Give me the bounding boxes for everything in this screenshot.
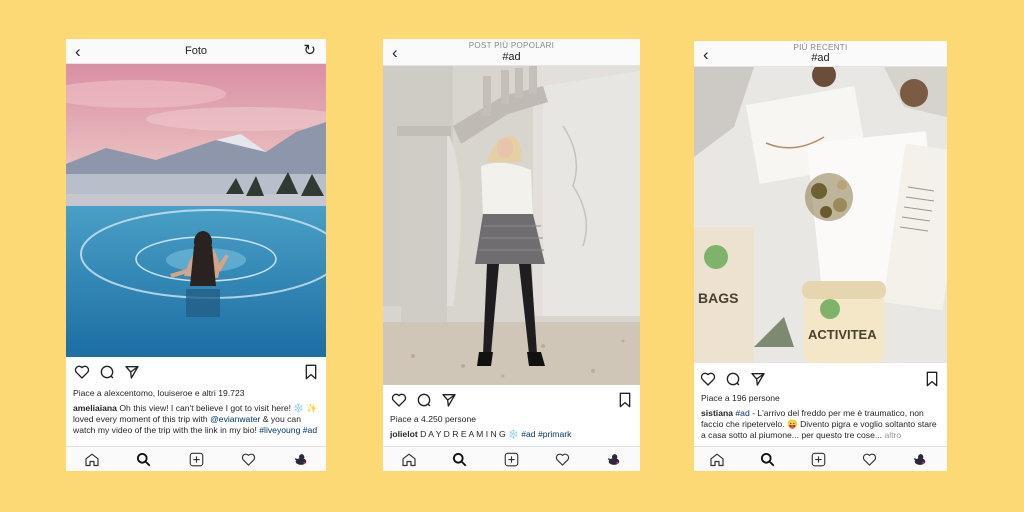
bookmark-icon[interactable]: [618, 392, 632, 408]
home-icon[interactable]: [709, 452, 725, 467]
new-post-icon[interactable]: [504, 452, 519, 467]
post-actions: [66, 364, 326, 386]
activity-heart-icon[interactable]: [241, 452, 256, 467]
share-icon[interactable]: [441, 392, 457, 408]
bottom-nav: [694, 446, 947, 471]
page-subtitle: POST PIÙ POPOLARI: [468, 41, 555, 50]
caption: jolielot D A Y D R E A M I N G ❄️ #ad #p…: [390, 429, 633, 440]
share-icon[interactable]: [750, 371, 766, 387]
comment-icon[interactable]: [416, 392, 432, 408]
post-photo[interactable]: BAGS ACTIVITEA: [694, 67, 947, 363]
search-icon[interactable]: [452, 452, 467, 467]
bottom-nav: [383, 446, 640, 471]
header-bar: ‹ PIÙ RECENTI #ad: [694, 41, 947, 67]
comment-icon[interactable]: [99, 364, 115, 380]
post-screen-2: ‹ POST PIÙ POPOLARI #ad Piace a 4.250 pe…: [383, 39, 640, 471]
page-title: #ad: [811, 52, 830, 64]
profile-avatar-icon[interactable]: [606, 452, 622, 467]
post-actions: [694, 371, 947, 393]
username-link[interactable]: jolielot: [390, 429, 418, 439]
likes-count: Piace a alexcentomo, louiseroe e altri 1…: [73, 388, 245, 398]
likes-count: Piace a 4.250 persone: [390, 414, 477, 424]
new-post-icon[interactable]: [189, 452, 204, 467]
caption: sistiana #ad - L'arrivo del freddo per m…: [701, 408, 940, 441]
search-icon[interactable]: [760, 452, 775, 467]
new-post-icon[interactable]: [811, 452, 826, 467]
post-screen-3: ‹ PIÙ RECENTI #ad BAGS ACTIVITEA Piace a…: [694, 41, 947, 471]
username-link[interactable]: sistiana: [701, 408, 733, 418]
profile-avatar-icon[interactable]: [293, 452, 309, 467]
caption-text-a: D A Y D R E A M I N G: [417, 429, 509, 439]
page-title: #ad: [502, 51, 521, 63]
caption: ameliaiana Oh this view! I can't believe…: [73, 403, 319, 436]
bookmark-icon[interactable]: [925, 371, 939, 387]
activity-heart-icon[interactable]: [555, 452, 570, 467]
svg-text:BAGS: BAGS: [698, 290, 738, 306]
heart-icon[interactable]: [74, 364, 90, 380]
caption-emoji: ❄️: [508, 429, 519, 439]
home-icon[interactable]: [401, 452, 417, 467]
heart-icon[interactable]: [700, 371, 716, 387]
hashtag-links[interactable]: #ad #primark: [521, 429, 571, 439]
username-link[interactable]: ameliaiana: [73, 403, 117, 413]
caption-text-b: loved every moment of this trip with: [73, 414, 211, 424]
page-title: Foto: [184, 45, 207, 57]
refresh-icon[interactable]: ↻: [303, 43, 316, 58]
comment-icon[interactable]: [725, 371, 741, 387]
more-link[interactable]: altro: [884, 430, 901, 440]
page-subtitle: PIÙ RECENTI: [793, 43, 848, 52]
caption-emoji: ❄️ ✨: [293, 403, 318, 413]
svg-text:ACTIVITEA: ACTIVITEA: [808, 327, 877, 342]
profile-avatar-icon[interactable]: [912, 452, 928, 467]
header-bar: ‹ POST PIÙ POPOLARI #ad: [383, 39, 640, 66]
header-bar: ‹ Foto ↻: [66, 39, 326, 64]
home-icon[interactable]: [84, 452, 100, 467]
bookmark-icon[interactable]: [304, 364, 318, 380]
mention-link[interactable]: @evianwater: [210, 414, 260, 424]
post-photo[interactable]: [66, 64, 326, 357]
hashtag-links[interactable]: #liveyoung #ad: [259, 425, 317, 435]
activity-heart-icon[interactable]: [862, 452, 877, 467]
bottom-nav: [66, 446, 326, 471]
heart-icon[interactable]: [391, 392, 407, 408]
likes-count: Piace a 196 persone: [701, 393, 780, 403]
caption-text-a: Oh this view! I can't believe I got to v…: [116, 403, 294, 413]
post-actions: [383, 392, 640, 414]
hashtag-links[interactable]: #ad: [735, 408, 749, 418]
share-icon[interactable]: [124, 364, 140, 380]
post-screen-1: ‹ Foto ↻ Piace a alexcentomo, louiseroe …: [66, 39, 326, 471]
post-photo[interactable]: [383, 66, 640, 385]
search-icon[interactable]: [136, 452, 151, 467]
